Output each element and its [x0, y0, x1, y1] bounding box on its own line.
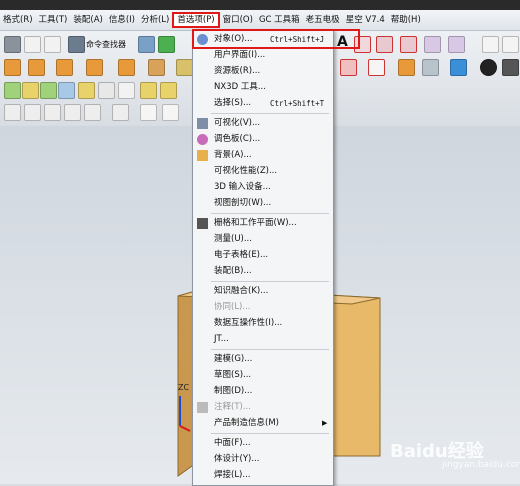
menu-user-interface[interactable]: 用户界面(I)... — [193, 48, 333, 63]
lasso-icon[interactable] — [502, 36, 519, 53]
spline-icon[interactable] — [376, 36, 393, 53]
command-finder-label[interactable]: 命令查找器 — [86, 39, 126, 50]
menubar: 格式(R) 工具(T) 装配(A) 信息(I) 分析(L) 首选项(P) 窗口(… — [0, 10, 520, 31]
menu-drafting[interactable]: 制图(D)... — [193, 384, 333, 399]
window-titlebar — [0, 0, 520, 10]
box-select-icon[interactable] — [482, 36, 499, 53]
menu-visualization-performance[interactable]: 可视化性能(Z)... — [193, 164, 333, 179]
view-orient-icon[interactable] — [450, 59, 467, 76]
revolve-icon[interactable] — [148, 59, 165, 76]
menu-pmi[interactable]: 产品制造信息(M) ▶ — [193, 416, 333, 431]
undo-icon[interactable] — [24, 36, 41, 53]
snap-icon[interactable] — [448, 36, 465, 53]
background-icon — [197, 150, 208, 161]
save-icon[interactable] — [4, 36, 21, 53]
submenu-arrow-icon: ▶ — [322, 419, 328, 427]
menu-separator — [211, 113, 329, 114]
axis-label: ZC — [178, 383, 189, 392]
hole-icon[interactable] — [176, 59, 193, 76]
menu-separator — [211, 433, 329, 434]
grid-icon — [197, 218, 208, 229]
layer-icon[interactable] — [502, 59, 519, 76]
feature-icon-c[interactable] — [40, 82, 57, 99]
chain-select-icon[interactable] — [64, 104, 81, 121]
menu-body-design[interactable]: 体设计(Y)... — [193, 452, 333, 467]
extrude-icon[interactable] — [118, 59, 135, 76]
menu-collaboration: 协同(L)... — [214, 302, 251, 312]
snap-point-icon[interactable] — [368, 59, 385, 76]
menu-measure[interactable]: 测量(U)... — [193, 232, 333, 247]
menu-window[interactable]: 窗口(O) — [220, 12, 256, 28]
redo-icon[interactable] — [44, 36, 61, 53]
menu-annotation: 注释(T)... — [193, 400, 333, 415]
menu-knowledge-fusion[interactable]: 知识融合(K)... — [193, 284, 333, 299]
cone-icon[interactable] — [56, 59, 73, 76]
menu-info[interactable]: 信息(I) — [106, 12, 138, 28]
transform-icon[interactable] — [424, 36, 441, 53]
sketch-curve-icon[interactable] — [400, 36, 417, 53]
refresh-icon[interactable] — [158, 36, 175, 53]
menu-analysis[interactable]: 分析(L) — [138, 12, 172, 28]
visualization-icon — [197, 118, 208, 129]
filter-icon[interactable] — [4, 104, 21, 121]
edit-object-icon[interactable] — [138, 36, 155, 53]
menu-resource-bar[interactable]: 资源板(R)... — [193, 64, 333, 79]
menu-gc-toolbox[interactable]: GC 工具箱 — [256, 12, 303, 28]
feature-icon-g[interactable] — [118, 82, 135, 99]
feature-icon-i[interactable] — [160, 82, 177, 99]
menu-preferences[interactable]: 首选项(P) — [172, 12, 220, 28]
render-style-icon[interactable] — [480, 59, 497, 76]
menu-welding[interactable]: 焊接(L)... — [193, 468, 333, 483]
menu-data-interoperability[interactable]: 数据互操作性(I)... — [193, 316, 333, 331]
preferences-dropdown: 对象(O)... Ctrl+Shift+J 用户界面(I)... 资源板(R).… — [192, 29, 334, 486]
menu-selection[interactable]: 选择(S)... Ctrl+Shift+T — [193, 96, 333, 111]
feature-icon-d[interactable] — [58, 82, 75, 99]
object-highlight-box — [192, 29, 360, 49]
menu-nx3d-tools[interactable]: NX3D 工具... — [193, 80, 333, 95]
dashed-box-icon[interactable] — [112, 104, 129, 121]
menu-separator — [211, 349, 329, 350]
menu-tools[interactable]: 工具(T) — [36, 12, 71, 28]
menu-format[interactable]: 格式(R) — [0, 12, 36, 28]
menu-view-section[interactable]: 视图剖切(W)... — [193, 196, 333, 211]
cylinder-icon[interactable] — [28, 59, 45, 76]
shaded-view-icon[interactable] — [398, 59, 415, 76]
menu-grid-work-plane[interactable]: 栅格和工作平面(W)... — [193, 216, 333, 231]
feature-icon-f[interactable] — [98, 82, 115, 99]
menu-3d-input-device[interactable]: 3D 输入设备... — [193, 180, 333, 195]
menu-spreadsheet[interactable]: 电子表格(E)... — [193, 248, 333, 263]
line-icon[interactable] — [162, 104, 179, 121]
select-mode-icon[interactable] — [44, 104, 61, 121]
selection-filter-icon[interactable] — [24, 104, 41, 121]
feature-icon-h[interactable] — [140, 82, 157, 99]
menu-modeling[interactable]: 建模(G)... — [193, 352, 333, 367]
feature-icon-a[interactable] — [4, 82, 21, 99]
menu-midsurface[interactable]: 中面(F)... — [193, 436, 333, 451]
wireframe-icon[interactable] — [422, 59, 439, 76]
menu-sketch[interactable]: 草图(S)... — [193, 368, 333, 383]
trim-icon[interactable] — [340, 59, 357, 76]
feature-icon-e[interactable] — [78, 82, 95, 99]
menu-assembly[interactable]: 装配(A) — [70, 12, 105, 28]
baidu-watermark-url: jingyan.baidu.com — [442, 460, 520, 470]
menu-jt[interactable]: JT... — [193, 332, 333, 347]
annotation-icon — [197, 402, 208, 413]
snap-settings-icon[interactable] — [140, 104, 157, 121]
menu-laowu-electrode[interactable]: 老五电极 — [303, 12, 343, 28]
feature-icon-b[interactable] — [22, 82, 39, 99]
menu-visualization[interactable]: 可视化(V)... — [193, 116, 333, 131]
menu-assembly-pref[interactable]: 装配(B)... — [193, 264, 333, 279]
sphere-icon[interactable] — [86, 59, 103, 76]
block-icon[interactable] — [4, 59, 21, 76]
menu-background[interactable]: 背景(A)... — [193, 148, 333, 163]
menu-separator — [211, 213, 329, 214]
menu-xingkong[interactable]: 星空 V7.4 — [343, 12, 388, 28]
region-select-icon[interactable] — [84, 104, 101, 121]
menu-help[interactable]: 帮助(H) — [388, 12, 424, 28]
menu-separator — [211, 281, 329, 282]
palette-icon — [197, 134, 208, 145]
menu-palette[interactable]: 调色板(C)... — [193, 132, 333, 147]
command-finder-icon[interactable] — [68, 36, 85, 53]
